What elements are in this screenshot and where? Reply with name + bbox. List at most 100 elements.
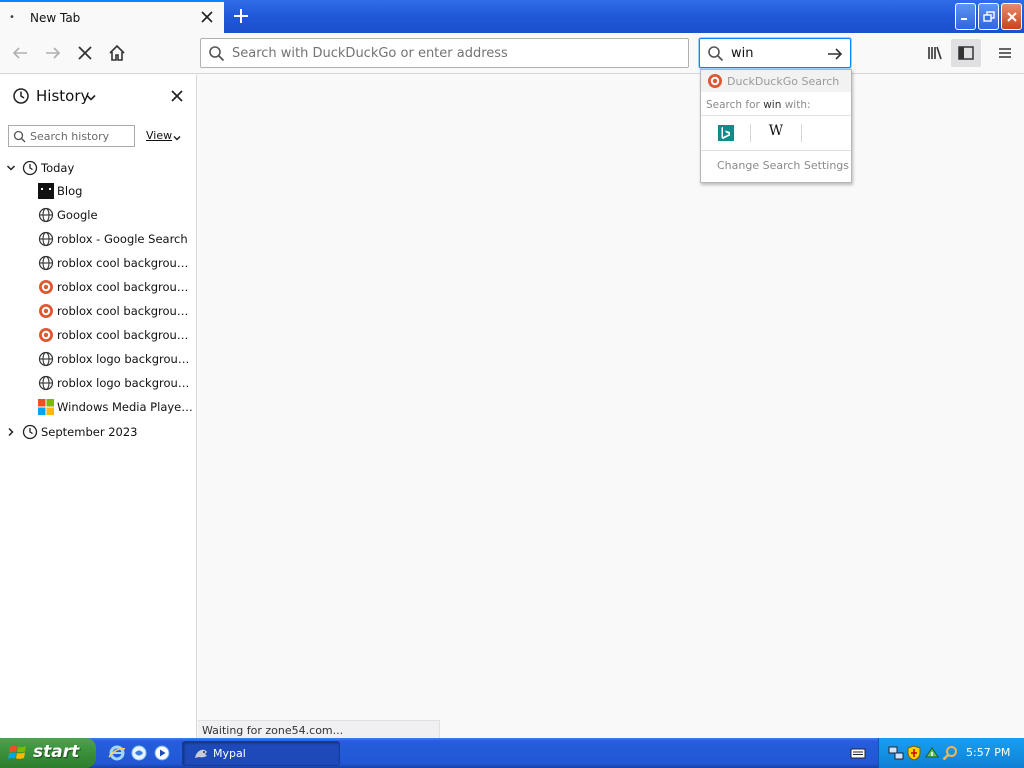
search-tray-icon[interactable] [942, 745, 958, 761]
forward-button[interactable] [38, 39, 68, 67]
history-item[interactable]: Windows Media Player err... [0, 395, 197, 419]
history-search-box[interactable] [8, 125, 135, 147]
sidebar-icon [958, 46, 974, 60]
library-button[interactable] [920, 39, 950, 67]
globe-icon [38, 207, 54, 223]
change-search-settings-button[interactable]: Change Search Settings [717, 159, 849, 172]
history-item[interactable]: roblox - Google Search [0, 227, 197, 251]
history-item[interactable]: roblox cool background at ... [0, 299, 197, 323]
duckduckgo-icon [38, 327, 54, 343]
wikipedia-engine-button[interactable]: W [766, 123, 786, 143]
windows-icon [38, 399, 54, 415]
start-button[interactable]: start [0, 738, 96, 768]
tab-new-tab[interactable]: • New Tab [0, 0, 224, 33]
go-arrow-icon[interactable] [826, 45, 844, 66]
outlook-express-icon[interactable] [130, 744, 148, 762]
network-icon[interactable] [888, 745, 904, 761]
view-label: View [146, 129, 173, 142]
status-bar: Waiting for zone54.com... [198, 720, 440, 738]
search-input-value[interactable]: win [731, 46, 753, 61]
navigation-toolbar: win [0, 33, 1024, 74]
history-item[interactable]: roblox cool background - ... [0, 251, 197, 275]
group-label: Today [41, 161, 75, 175]
page-content [198, 75, 1024, 738]
minimize-button[interactable] [955, 3, 976, 30]
history-item[interactable]: Blog [0, 179, 197, 203]
search-suggestions-popup: DuckDuckGo Search Search for win with: W… [700, 69, 852, 183]
history-item-label: Blog [57, 184, 83, 198]
stop-button[interactable] [70, 39, 100, 67]
back-arrow-icon [12, 47, 27, 59]
history-search-input[interactable] [30, 128, 130, 144]
sidebar-title[interactable]: History [36, 87, 89, 105]
tab-strip: • New Tab [0, 0, 1024, 33]
tab-loading-dot: • [9, 12, 15, 23]
new-tab-plus-icon[interactable] [230, 5, 252, 27]
history-item-label: roblox cool background at ... [57, 280, 195, 294]
sidebar-toggle-button[interactable] [951, 39, 981, 67]
history-item-label: Windows Media Player err... [57, 400, 195, 414]
taskbar-clock[interactable]: 5:57 PM [966, 746, 1010, 759]
sidebar-close-icon[interactable] [168, 87, 186, 105]
home-icon [109, 44, 125, 61]
duckduckgo-icon [38, 279, 54, 295]
media-player-icon[interactable] [153, 744, 171, 762]
bing-icon [721, 127, 730, 139]
history-group-today[interactable]: Today [0, 157, 197, 179]
internet-explorer-icon[interactable] [108, 744, 126, 762]
history-group-september-2023[interactable]: September 2023 [0, 421, 197, 443]
safely-remove-hardware-icon[interactable] [924, 745, 940, 761]
history-sidebar: History View Today Blog [0, 75, 197, 738]
expanded-twisty-icon[interactable] [6, 162, 16, 176]
clock-icon [12, 87, 30, 108]
sidebar-header: History [0, 75, 197, 117]
history-item-label: roblox logo background - ... [57, 376, 195, 390]
blog-favicon-icon [38, 183, 54, 199]
history-item[interactable]: roblox logo background - ... [0, 371, 197, 395]
address-input[interactable] [232, 43, 672, 63]
taskbar-item-mypal[interactable]: Mypal [182, 741, 340, 766]
tab-close-icon[interactable] [198, 8, 216, 26]
back-button[interactable] [5, 39, 35, 67]
search-bar[interactable]: win [699, 38, 851, 68]
security-shield-icon[interactable] [906, 745, 922, 761]
bing-engine-button[interactable] [718, 125, 734, 141]
divider [750, 124, 751, 142]
chevron-down-icon [173, 132, 181, 145]
globe-icon [38, 231, 54, 247]
divider [801, 124, 802, 142]
search-icon [13, 130, 26, 146]
start-label: start [33, 742, 80, 762]
hamburger-icon [999, 48, 1011, 58]
view-menu-button[interactable]: View [146, 129, 181, 142]
history-item[interactable]: roblox cool background at ... [0, 275, 197, 299]
history-item[interactable]: Google [0, 203, 197, 227]
forward-arrow-icon [46, 47, 61, 59]
duckduckgo-icon [707, 73, 723, 92]
chevron-down-icon[interactable] [86, 91, 96, 105]
search-icon [707, 45, 724, 65]
window-close-button[interactable] [1001, 3, 1022, 30]
history-item-label: roblox cool background at ... [57, 328, 195, 342]
menu-button[interactable] [990, 39, 1020, 67]
default-engine-row[interactable]: DuckDuckGo Search [701, 70, 851, 92]
history-item[interactable]: roblox cool background at ... [0, 323, 197, 347]
collapsed-twisty-icon[interactable] [6, 426, 16, 440]
search-icon [208, 45, 225, 65]
home-button[interactable] [102, 39, 132, 67]
windows-flag-icon [8, 744, 28, 765]
address-bar[interactable] [200, 38, 689, 68]
history-item-label: roblox - Google Search [57, 232, 188, 246]
keyboard-icon[interactable] [850, 746, 866, 763]
group-label: September 2023 [41, 425, 138, 439]
taskbar-item-label: Mypal [213, 747, 246, 760]
history-item[interactable]: roblox logo background - ... [0, 347, 197, 371]
history-item-label: Google [57, 208, 98, 222]
mypal-app-icon [193, 746, 209, 765]
clock-icon [22, 424, 38, 443]
history-item-label: roblox logo background - ... [57, 352, 195, 366]
restore-button[interactable] [978, 3, 999, 30]
divider [701, 150, 851, 151]
globe-icon [38, 255, 54, 271]
history-item-label: roblox cool background at ... [57, 304, 195, 318]
